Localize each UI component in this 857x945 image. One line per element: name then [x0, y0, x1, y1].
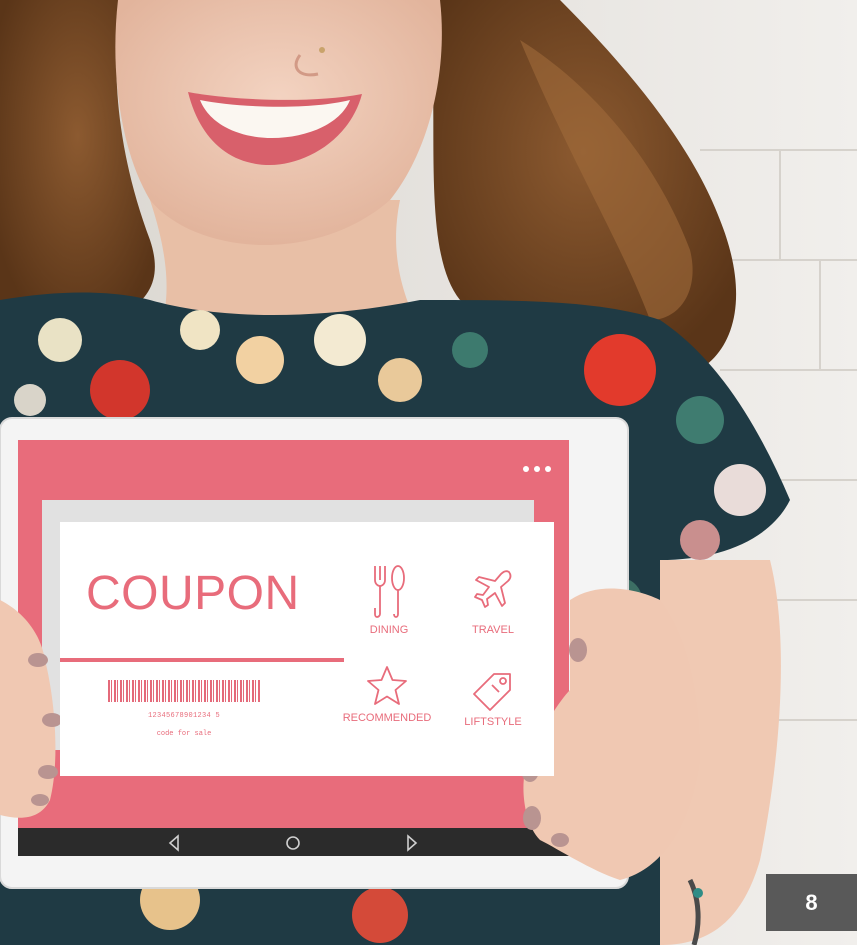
category-label: TRAVEL — [472, 624, 514, 636]
tag-icon — [473, 673, 511, 711]
category-label: LIFTSTYLE — [464, 716, 522, 728]
category-lifestyle[interactable]: LIFTSTYLE — [438, 670, 548, 728]
barcode-caption: code for sale — [156, 730, 212, 738]
barcode — [108, 680, 260, 702]
coupon-divider — [60, 658, 344, 662]
barcode-number: 12345678901234 5 — [147, 712, 220, 720]
bracelet-bead — [693, 888, 703, 898]
category-dining[interactable]: DINING — [334, 564, 444, 636]
page-number-badge: 8 — [766, 874, 857, 931]
category-label: DINING — [369, 624, 409, 636]
category-label: RECOMMENDED — [342, 712, 432, 724]
airplane-icon — [474, 570, 512, 608]
star-icon — [367, 666, 407, 705]
photo-scene — [0, 0, 857, 945]
fork-spoon-icon — [374, 565, 405, 618]
category-travel[interactable]: TRAVEL — [438, 568, 548, 636]
tablet-nav-bar — [18, 828, 569, 856]
nose-piercing — [319, 47, 325, 53]
coupon-title: COUPON — [86, 567, 300, 620]
category-recommended[interactable]: RECOMMENDED — [332, 664, 442, 724]
more-options-icon[interactable] — [523, 466, 551, 472]
coupon-card: COUPON 12345678901234 5 code for sale DI… — [60, 522, 554, 776]
